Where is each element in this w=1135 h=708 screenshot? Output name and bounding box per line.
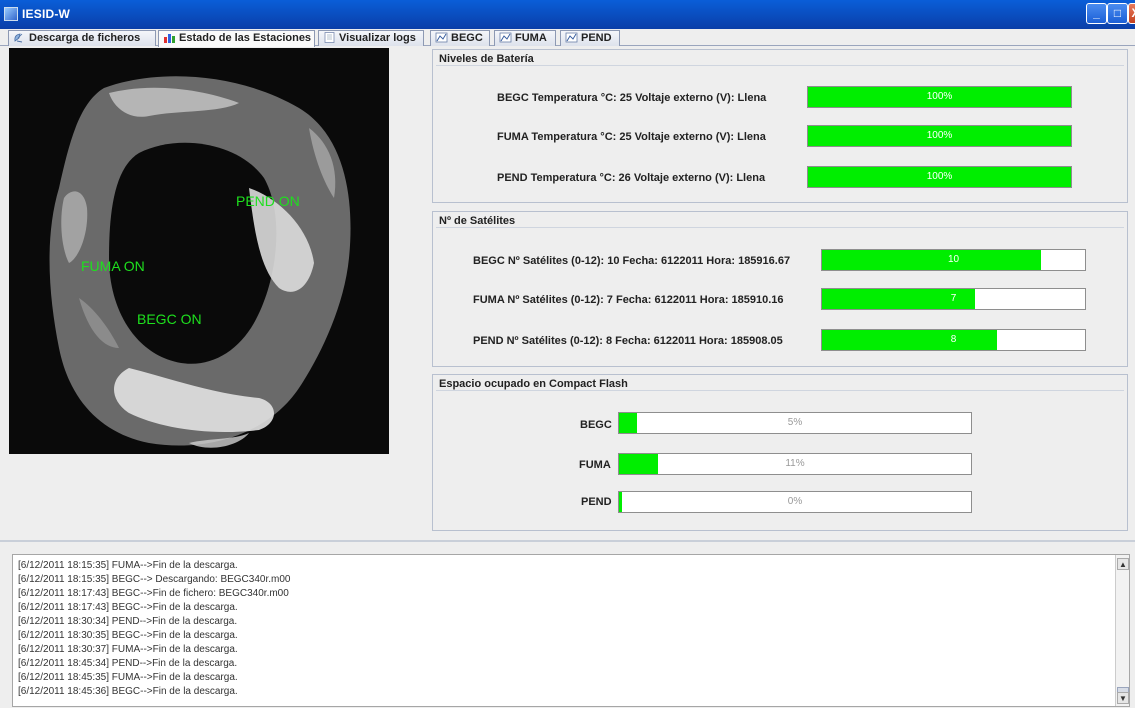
battery-bar-pend: 100% [807, 166, 1072, 188]
minimize-button[interactable]: _ [1086, 3, 1107, 24]
chart-icon [499, 32, 512, 43]
flash-bar-fuma: 11% [618, 453, 972, 475]
log-line: [6/12/2011 18:45:34] PEND-->Fin de la de… [18, 658, 238, 669]
tab-estado-de-las-estaciones[interactable]: Estado de las Estaciones [158, 30, 315, 47]
bar-label: 100% [926, 171, 953, 182]
island-satellite-image: PEND ON FUMA ON BEGC ON [9, 48, 389, 454]
bar-label: 5% [787, 417, 803, 428]
app-icon [4, 7, 18, 21]
battery-panel-title: Niveles de Batería [439, 53, 534, 65]
split-pane-divider[interactable] [0, 540, 1135, 542]
log-line: [6/12/2011 18:17:43] BEGC-->Fin de fiche… [18, 588, 289, 599]
battery-row-pend: PEND Temperatura °C: 26 Voltaje externo … [497, 172, 766, 184]
log-line: [6/12/2011 18:30:35] BEGC-->Fin de la de… [18, 630, 238, 641]
satellites-panel-title: Nº de Satélites [439, 215, 516, 227]
battery-row-fuma: FUMA Temperatura °C: 25 Voltaje externo … [497, 131, 766, 143]
maximize-button[interactable]: □ [1107, 3, 1128, 24]
fuma-status-label: FUMA ON [81, 258, 145, 274]
tab-descarga-de-ficheros[interactable]: Descarga de ficheros [8, 30, 156, 46]
satellite-dish-icon [13, 32, 26, 43]
scroll-down-button[interactable]: ▼ [1117, 692, 1129, 704]
document-icon [323, 32, 336, 43]
bar-label: 8 [950, 334, 957, 345]
chart-icon [565, 32, 578, 43]
satellites-panel: Nº de Satélites BEGC Nº Satélites (0-12)… [432, 211, 1128, 367]
satellites-bar-begc: 10 [821, 249, 1086, 271]
log-line: [6/12/2011 18:15:35] FUMA-->Fin de la de… [18, 560, 238, 571]
group-divider [436, 65, 1124, 66]
bar-label: 100% [926, 130, 953, 141]
satellites-row-fuma: FUMA Nº Satélites (0-12): 7 Fecha: 61220… [473, 294, 784, 306]
tab-label: Visualizar logs [339, 32, 416, 44]
battery-levels-panel: Niveles de Batería BEGC Temperatura °C: … [432, 49, 1128, 203]
tab-begc[interactable]: BEGC [430, 30, 490, 46]
flash-row-fuma: FUMA [579, 459, 611, 471]
tab-label: PEND [581, 32, 612, 44]
pend-status-label: PEND ON [236, 193, 300, 209]
flash-panel-title: Espacio ocupado en Compact Flash [439, 378, 628, 390]
title-bar: IESID-W _ □ X [0, 0, 1135, 29]
tab-pend[interactable]: PEND [560, 30, 620, 46]
bar-label: 10 [947, 254, 960, 265]
begc-status-label: BEGC ON [137, 311, 202, 327]
tab-strip: Descarga de ficheros Estado de las Estac… [0, 29, 1135, 47]
close-button[interactable]: X [1128, 3, 1135, 24]
satellites-row-begc: BEGC Nº Satélites (0-12): 10 Fecha: 6122… [473, 255, 791, 267]
flash-bar-begc: 5% [618, 412, 972, 434]
compact-flash-panel: Espacio ocupado en Compact Flash BEGC 5%… [432, 374, 1128, 531]
log-line: [6/12/2011 18:30:34] PEND-->Fin de la de… [18, 616, 238, 627]
tab-label: Estado de las Estaciones [179, 32, 312, 44]
satellites-row-pend: PEND Nº Satélites (0-12): 8 Fecha: 61220… [473, 335, 783, 347]
log-line: [6/12/2011 18:45:36] BEGC-->Fin de la de… [18, 686, 238, 697]
flash-bar-pend: 0% [618, 491, 972, 513]
battery-bar-begc: 100% [807, 86, 1072, 108]
bar-chart-icon [163, 32, 176, 43]
island-map-graphic [9, 48, 389, 454]
tab-label: FUMA [515, 32, 547, 44]
tab-visualizar-logs[interactable]: Visualizar logs [318, 30, 424, 46]
satellites-bar-fuma: 7 [821, 288, 1086, 310]
tab-label: Descarga de ficheros [29, 32, 141, 44]
window-title: IESID-W [22, 7, 71, 21]
log-scrollbar[interactable]: ▲ ▼ [1115, 555, 1129, 706]
bar-label: 11% [785, 458, 805, 469]
log-text-area[interactable]: [6/12/2011 18:15:35] FUMA-->Fin de la de… [12, 554, 1130, 707]
log-line: [6/12/2011 18:17:43] BEGC-->Fin de la de… [18, 602, 238, 613]
bar-label: 100% [926, 91, 953, 102]
flash-row-begc: BEGC [580, 419, 612, 431]
flash-row-pend: PEND [581, 496, 612, 508]
log-line: [6/12/2011 18:15:35] BEGC--> Descargando… [18, 574, 291, 585]
bar-label: 0% [787, 496, 803, 507]
log-line: [6/12/2011 18:45:35] FUMA-->Fin de la de… [18, 672, 238, 683]
chart-icon [435, 32, 448, 43]
battery-bar-fuma: 100% [807, 125, 1072, 147]
log-line: [6/12/2011 18:30:37] FUMA-->Fin de la de… [18, 644, 238, 655]
satellites-bar-pend: 8 [821, 329, 1086, 351]
scroll-up-button[interactable]: ▲ [1117, 558, 1129, 570]
bar-label: 7 [950, 293, 957, 304]
battery-row-begc: BEGC Temperatura °C: 25 Voltaje externo … [497, 92, 767, 104]
group-divider [436, 227, 1124, 228]
tab-fuma[interactable]: FUMA [494, 30, 556, 46]
tab-label: BEGC [451, 32, 483, 44]
group-divider [436, 390, 1124, 391]
